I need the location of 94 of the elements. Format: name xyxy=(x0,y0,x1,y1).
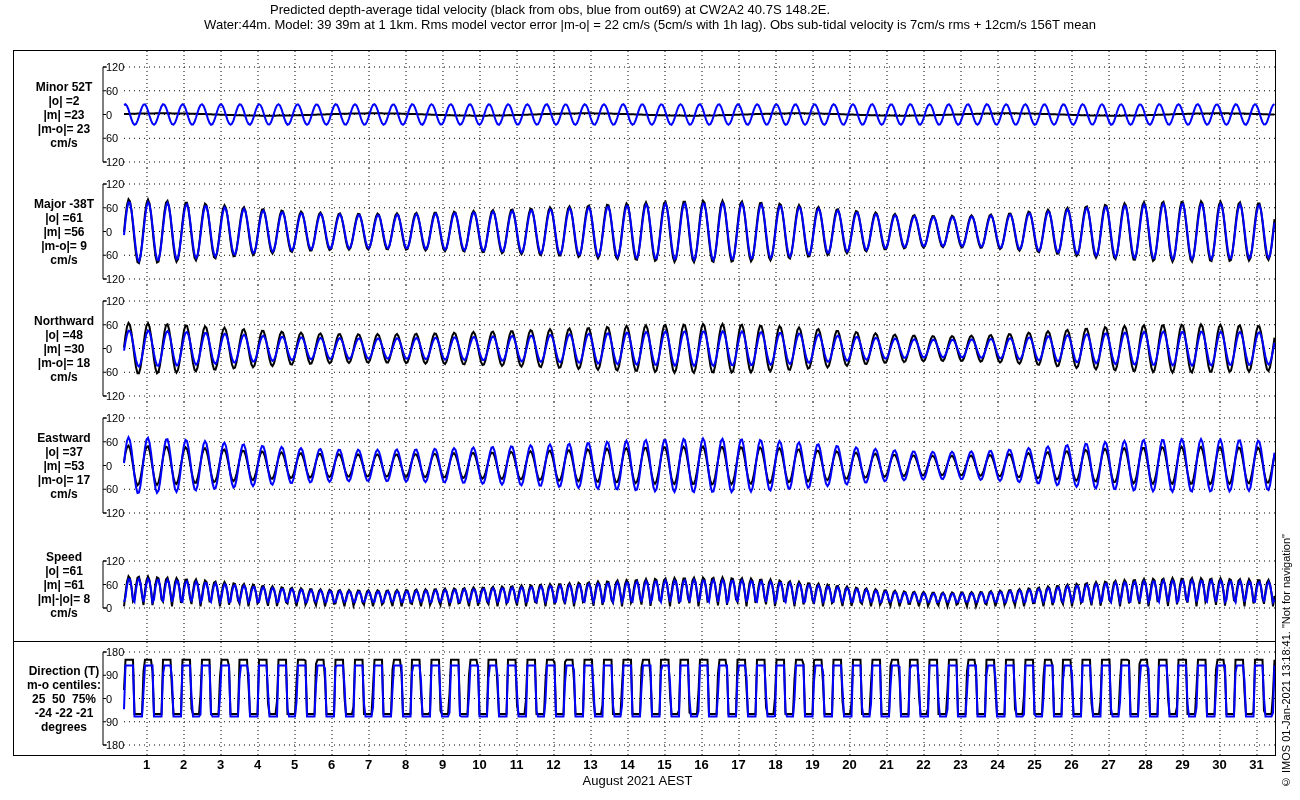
axis-tick-label: 120 xyxy=(106,412,125,424)
stat-label: Major -38T xyxy=(34,196,94,211)
axis-tick-label: 25 xyxy=(1027,756,1042,775)
axis-tick-label: 0 xyxy=(106,108,113,121)
stat-label: |m| =61 xyxy=(43,577,85,592)
axis-tick-label: 90 xyxy=(106,715,119,728)
axis-tick-label: 120 xyxy=(106,273,125,285)
stat-label: |m| =30 xyxy=(43,341,85,356)
axis-tick-label: 0 xyxy=(106,342,113,355)
axis-tick-label: 4 xyxy=(253,756,262,775)
axis-tick-label: 120 xyxy=(106,61,125,73)
axis-tick-label: 3 xyxy=(216,756,225,775)
stat-label: |o| =61 xyxy=(45,210,83,225)
stat-label: Speed xyxy=(46,549,82,564)
stat-label: Direction (T) xyxy=(28,663,100,678)
axis-tick-label: 5 xyxy=(290,756,299,775)
axis-tick-label: 17 xyxy=(731,756,746,775)
axis-tick-label: 14 xyxy=(620,756,635,775)
stat-label: |m-o|= 23 xyxy=(37,121,91,136)
stat-label: |o| =37 xyxy=(45,444,83,459)
axis-tick-label: 120 xyxy=(106,295,125,307)
axis-tick-label: 31 xyxy=(1249,756,1264,775)
stat-label: Northward xyxy=(34,313,94,328)
axis-tick-label: 180 xyxy=(106,646,125,658)
stat-label: m-o centiles: xyxy=(27,677,101,692)
axis-title: August 2021 AEST xyxy=(582,774,693,788)
axis-tick-label: 22 xyxy=(916,756,931,775)
axis-tick-label: 60 xyxy=(106,578,119,591)
stat-label: |o| =48 xyxy=(45,327,83,342)
stat-label: -24 -22 -21 xyxy=(34,705,94,720)
stat-label: |o| =61 xyxy=(45,563,83,578)
axis-tick-label: 60 xyxy=(106,366,119,379)
axis-tick-label: 28 xyxy=(1138,756,1153,775)
axis-tick-label: 60 xyxy=(106,483,119,496)
stat-label: |m| =23 xyxy=(43,107,85,122)
axis-tick-label: 2 xyxy=(179,756,188,775)
stat-label: degrees xyxy=(41,719,87,734)
stat-label: Minor 52T xyxy=(35,79,93,94)
axis-tick-label: 27 xyxy=(1101,756,1116,775)
axis-tick-label: 16 xyxy=(694,756,709,775)
axis-tick-label: 12 xyxy=(546,756,561,775)
axis-tick-label: 120 xyxy=(106,390,125,402)
axis-tick-label: 9 xyxy=(438,756,447,775)
copyright-note: © IMOS 01-Jan-2021 13:18:41. "Not for navigation" xyxy=(1278,533,1293,788)
axis-tick-label: 30 xyxy=(1212,756,1227,775)
axis-tick-label: 15 xyxy=(657,756,672,775)
chart-title: Predicted depth-average tidal velocity (black from obs, blue from out69) at CW2A2 40.7S 148.2E. xyxy=(270,2,831,17)
axis-tick-label: 0 xyxy=(106,225,113,238)
stat-label: |m-o|= 18 xyxy=(37,355,91,370)
stat-label: cm/s xyxy=(50,135,78,150)
stat-label: Eastward xyxy=(37,430,91,445)
axis-tick-label: 18 xyxy=(768,756,783,775)
axis-tick-label: 11 xyxy=(509,756,524,775)
axis-tick-label: 120 xyxy=(106,507,125,519)
stat-label: 25 50 75% xyxy=(31,691,97,706)
axis-tick-label: 6 xyxy=(327,756,336,775)
axis-tick-label: 60 xyxy=(106,84,119,97)
axis-tick-label: 26 xyxy=(1064,756,1079,775)
axis-tick-label: 29 xyxy=(1175,756,1190,775)
axis-tick-label: 60 xyxy=(106,132,119,145)
axis-tick-label: 60 xyxy=(106,435,119,448)
stat-label: cm/s xyxy=(50,486,78,501)
axis-tick-label: 180 xyxy=(106,739,125,751)
axis-tick-label: 0 xyxy=(106,459,113,472)
axis-tick-label: 8 xyxy=(401,756,410,775)
axis-tick-label: 60 xyxy=(106,318,119,331)
axis-tick-label: 1 xyxy=(142,756,151,775)
stat-label: cm/s xyxy=(50,252,78,267)
axis-tick-label: 120 xyxy=(106,178,125,190)
axis-tick-label: 23 xyxy=(953,756,968,775)
axis-tick-label: 60 xyxy=(106,201,119,214)
axis-tick-label: 0 xyxy=(106,602,113,614)
axis-tick-label: 90 xyxy=(106,669,119,682)
axis-tick-label: 21 xyxy=(879,756,894,775)
axis-tick-label: 60 xyxy=(106,249,119,262)
y-axis xyxy=(102,560,108,609)
stat-label: |m-o|= 17 xyxy=(37,472,91,487)
stat-label: |m| =53 xyxy=(43,458,85,473)
axis-tick-label: 10 xyxy=(472,756,487,775)
stat-label: |m-o|= 9 xyxy=(41,238,87,253)
axis-tick-label: 24 xyxy=(990,756,1005,775)
axis-tick-label: 13 xyxy=(583,756,598,775)
stat-label: cm/s xyxy=(50,369,78,384)
axis-tick-label: 19 xyxy=(805,756,820,775)
stat-label: |m|-|o|= 8 xyxy=(37,591,91,606)
stat-label: |o| =2 xyxy=(48,93,80,108)
axis-tick-label: 120 xyxy=(106,555,125,567)
axis-tick-label: 7 xyxy=(364,756,373,775)
stat-label: |m| =56 xyxy=(43,224,85,239)
stat-label: cm/s xyxy=(50,605,78,620)
chart-title: Water:44m. Model: 39 39m at 1 1km. Rms model vector error |m-o| = 22 cm/s (5cm/s with 1h lag). Obs sub-tidal velocity is 7cm/s rms + 12cm/s 156T mean xyxy=(204,17,1096,32)
axis-tick-label: 0 xyxy=(106,692,113,705)
axis-tick-label: 20 xyxy=(842,756,857,775)
axis-tick-label: 120 xyxy=(106,156,125,168)
